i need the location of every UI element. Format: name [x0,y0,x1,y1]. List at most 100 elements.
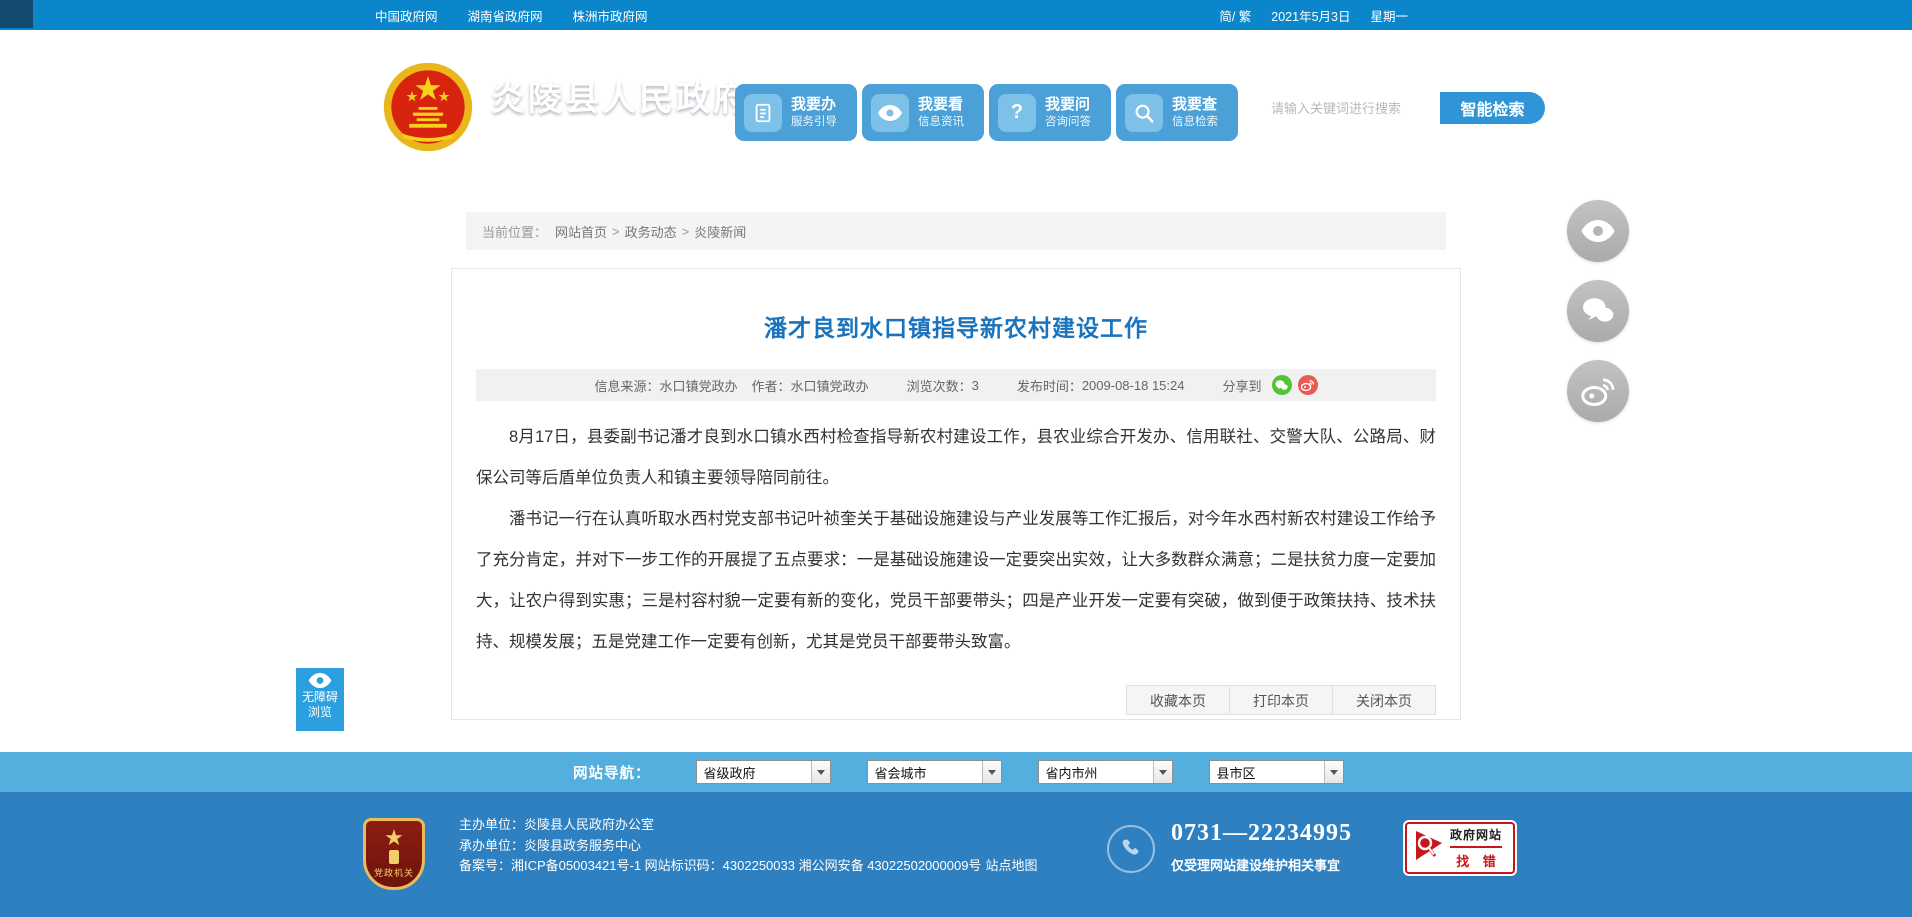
service-buttons: 我要办 服务引导 我要看 信息资讯 ? 我要问 咨询问答 我要查 信息检索 [735,84,1238,141]
chevron-down-icon [981,761,1001,783]
accessibility-label-line1: 无障碍 [301,690,338,704]
link-hunan-gov[interactable]: 湖南省政府网 [468,6,543,25]
footer-undertaker: 承办单位：炎陵县政务服务中心 [459,837,642,853]
share-label: 分享到 [1222,378,1262,394]
meta-publish-label: 发布时间： [1016,378,1082,394]
service-button-wen[interactable]: ? 我要问 咨询问答 [989,84,1111,141]
view-widget-button[interactable] [1567,200,1629,262]
site-footer: ★ 党政机关 主办单位：炎陵县人民政府办公室 承办单位：炎陵县政务服务中心 备案… [0,792,1912,917]
search-input[interactable] [1255,92,1440,124]
eye-icon [871,93,909,132]
link-china-gov[interactable]: 中国政府网 [375,6,438,25]
dropdown-county[interactable]: 县市区 [1208,760,1344,784]
top-bar: 中国政府网 湖南省政府网 株洲市政府网 简/ 繁 2021年5月3日 星期一 [0,0,1912,30]
print-page-button[interactable]: 打印本页 [1230,685,1333,715]
service-button-label: 我要查 [1172,95,1218,113]
link-zhuzhou-gov[interactable]: 株洲市政府网 [573,6,648,25]
chevron-down-icon [1323,761,1343,783]
weibo-share-icon[interactable] [1297,375,1318,395]
bookmark-page-button[interactable]: 收藏本页 [1126,685,1230,715]
site-nav-label: 网站导航： [573,765,651,782]
service-button-banshi[interactable]: 我要办 服务引导 [735,84,857,141]
document-icon [744,93,782,132]
current-weekday: 星期一 [1370,9,1408,24]
question-icon: ? [998,93,1036,132]
dropdown-prefecture[interactable]: 省内市州 [1037,760,1173,784]
service-button-sublabel: 信息检索 [1172,115,1218,128]
flag-magnifier-icon [1416,831,1442,860]
phone-note: 仅受理网站建设维护相关事宜 [1171,858,1341,873]
smart-search-button[interactable]: 智能检索 [1440,92,1545,124]
dropdown-selected: 省级政府 [703,765,756,781]
star-icon: ★ [384,825,404,850]
chevron-down-icon [1152,761,1172,783]
meta-author-label: 作者： [751,378,791,394]
service-button-cha[interactable]: 我要查 信息检索 [1116,84,1238,141]
meta-publish-time: 2009-08-18 15:24 [1081,377,1185,393]
national-emblem-icon [383,62,473,152]
lang-toggle[interactable]: 简/ 繁 [1219,6,1251,25]
weibo-widget-button[interactable] [1567,360,1629,422]
meta-views: 3 [971,377,979,393]
main-area: 当前位置： 网站首页 > 政务动态 > 炎陵新闻 潘才良到水口镇指导新农村建设工… [0,185,1912,752]
eye-icon [308,673,332,688]
corner-decoration [0,0,33,28]
site-name: 炎陵县人民政府 [491,79,750,118]
phone-number: 0731—22234995 [1171,820,1352,846]
pillar-icon [389,850,399,864]
site-logo[interactable]: 炎陵县人民政府 WWW.HNYANLING.GOV.CN [381,60,750,154]
dropdown-province-gov[interactable]: 省级政府 [695,760,831,784]
dropdown-selected: 省会城市 [874,765,927,781]
wechat-share-icon[interactable] [1271,375,1292,395]
weibo-icon [1581,378,1615,406]
site-nav-strip: 网站导航： 省级政府 省会城市 省内市州 县市区 [0,752,1912,792]
footer-info: 主办单位：炎陵县人民政府办公室 承办单位：炎陵县政务服务中心 备案号：湘ICP备… [459,815,1037,877]
sitemap-link[interactable]: 站点地图 [985,858,1037,873]
current-date: 2021年5月3日 [1271,9,1351,24]
error-badge-action: 找 错 [1456,854,1501,869]
accessibility-browse-button[interactable]: 无障碍 浏览 [296,668,344,731]
error-badge-title: 政府网站 [1450,828,1503,842]
breadcrumb-separator: > [612,223,620,239]
dropdown-capital-city[interactable]: 省会城市 [866,760,1002,784]
wechat-widget-button[interactable] [1567,280,1629,342]
breadcrumb-home[interactable]: 网站首页 [555,222,607,241]
dropdown-selected: 省内市州 [1045,765,1098,781]
service-button-sublabel: 信息资讯 [918,115,964,128]
meta-author: 水口镇党政办 [790,378,869,394]
service-button-label: 我要办 [791,95,837,113]
meta-source: 水口镇党政办 [659,378,738,394]
contact-phone-block: 0731—22234995 仅受理网站建设维护相关事宜 [1107,820,1352,874]
service-button-kan[interactable]: 我要看 信息资讯 [862,84,984,141]
article-body: 8月17日，县委副书记潘才良到水口镇水西村检查指导新农村建设工作，县农业综合开发… [476,417,1436,663]
breadcrumb-separator: > [681,223,690,239]
party-gov-badge[interactable]: ★ 党政机关 [363,818,425,890]
breadcrumb-zhengwu[interactable]: 政务动态 [625,222,677,241]
article-container: 潘才良到水口镇指导新农村建设工作 信息来源： 水口镇党政办 作者： 水口镇党政办… [451,268,1461,720]
article-paragraph: 8月17日，县委副书记潘才良到水口镇水西村检查指导新农村建设工作，县农业综合开发… [476,428,1436,487]
close-page-button[interactable]: 关闭本页 [1333,685,1436,715]
breadcrumb-label: 当前位置： [482,224,548,240]
party-gov-badge-label: 党政机关 [373,868,414,878]
breadcrumb: 当前位置： 网站首页 > 政务动态 > 炎陵新闻 [466,212,1446,250]
wechat-icon [1582,298,1614,322]
eye-icon [1581,220,1615,242]
footer-icp: 备案号：湘ICP备05003421号-1 网站标识码：4302250033 湘公… [459,858,982,873]
divider [1450,846,1502,848]
service-button-sublabel: 咨询问答 [1045,115,1091,128]
gov-links: 中国政府网 湖南省政府网 株洲市政府网 [375,6,648,25]
service-button-label: 我要看 [918,95,964,113]
site-search: 智能检索 [1255,92,1545,124]
article-actions: 收藏本页 打印本页 关闭本页 [476,685,1436,715]
service-button-sublabel: 服务引导 [791,115,837,128]
article-meta-bar: 信息来源： 水口镇党政办 作者： 水口镇党政办 浏览次数： 3 发布时间： 20… [476,369,1436,401]
meta-source-label: 信息来源： [594,378,660,394]
service-button-label: 我要问 [1045,95,1091,113]
dropdown-selected: 县市区 [1216,765,1256,781]
breadcrumb-news[interactable]: 炎陵新闻 [694,222,746,241]
article-paragraph: 潘书记一行在认真听取水西村党支部书记叶祯奎关于基础设施建设与产业发展等工作汇报后… [476,510,1436,651]
phone-icon [1107,825,1155,873]
article-title: 潘才良到水口镇指导新农村建设工作 [764,315,1148,341]
meta-views-label: 浏览次数： [906,378,972,394]
gov-site-error-report-badge[interactable]: 政府网站 找 错 [1405,822,1515,874]
